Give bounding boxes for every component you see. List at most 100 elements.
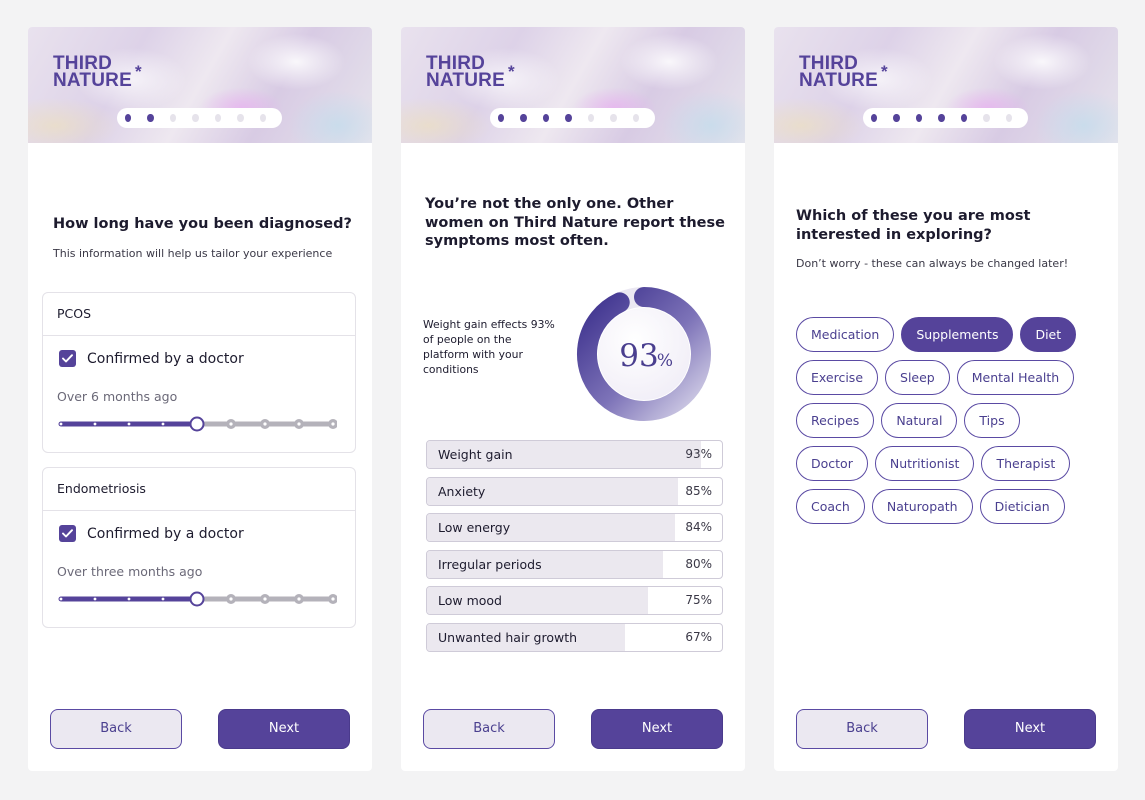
next-button[interactable]: Next bbox=[218, 709, 350, 749]
progress-dot-complete bbox=[147, 114, 154, 122]
confirmed-checkbox[interactable] bbox=[59, 350, 76, 367]
page-subtitle: Don’t worry - these can always be change… bbox=[796, 257, 1069, 270]
back-button[interactable]: Back bbox=[796, 709, 928, 749]
chip-row: Doctor Nutritionist Therapist bbox=[796, 446, 1106, 481]
interest-chip-doctor[interactable]: Doctor bbox=[796, 446, 868, 481]
screen-diagnosis: THIRD NATURE * How long have you been di… bbox=[28, 27, 372, 771]
duration-slider[interactable] bbox=[57, 413, 337, 435]
back-button[interactable]: Back bbox=[50, 709, 182, 749]
progress-dot bbox=[259, 114, 266, 122]
back-button[interactable]: Back bbox=[423, 709, 555, 749]
symptom-row: Low mood 75% bbox=[426, 586, 723, 616]
interest-chip-naturopath[interactable]: Naturopath bbox=[871, 489, 973, 524]
hero-banner: THIRD NATURE * bbox=[774, 27, 1118, 143]
interest-chip-mental-health[interactable]: Mental Health bbox=[956, 360, 1075, 395]
symptom-percent: 80% bbox=[685, 556, 712, 571]
progress-steps bbox=[863, 108, 1028, 128]
slider-tick bbox=[59, 597, 63, 601]
interest-chip-recipes[interactable]: Recipes bbox=[796, 403, 875, 438]
progress-steps bbox=[490, 108, 655, 128]
interest-chip-sleep[interactable]: Sleep bbox=[885, 360, 950, 395]
page-subtitle: This information will help us tailor you… bbox=[53, 247, 333, 260]
symptom-row: Unwanted hair growth 67% bbox=[426, 622, 723, 652]
progress-dot bbox=[983, 114, 990, 122]
diagnosis-period-label: Over 6 months ago bbox=[57, 389, 178, 404]
donut-unit: % bbox=[657, 351, 673, 371]
confirmed-label: Confirmed by a doctor bbox=[87, 350, 244, 367]
symptom-row: Weight gain 93% bbox=[426, 440, 723, 469]
stat-description: Weight gain effects 93% of people on the… bbox=[423, 318, 555, 376]
percentage-donut: 93 % bbox=[577, 287, 711, 421]
interest-chip-medication[interactable]: Medication bbox=[796, 317, 895, 352]
symptom-percent: 67% bbox=[685, 629, 712, 644]
symptom-row: Anxiety 85% bbox=[426, 476, 723, 506]
progress-dot-complete bbox=[565, 114, 572, 122]
chip-row: Medication Supplements Diet bbox=[796, 317, 1106, 352]
interest-chip-therapist[interactable]: Therapist bbox=[981, 446, 1071, 481]
page-title: You’re not the only one. Other women on … bbox=[425, 196, 725, 249]
logo-star: * bbox=[135, 62, 142, 81]
slider-thumb[interactable] bbox=[189, 591, 205, 607]
brand-logo: THIRD NATURE * bbox=[426, 54, 515, 91]
progress-dot bbox=[192, 114, 199, 122]
progress-dot bbox=[610, 114, 617, 122]
interest-chip-dietician[interactable]: Dietician bbox=[979, 489, 1065, 524]
logo-line-2: NATURE bbox=[53, 70, 132, 91]
slider-tick-center bbox=[297, 597, 301, 601]
brand-logo: THIRD NATURE * bbox=[53, 54, 142, 91]
interest-chip-tips[interactable]: Tips bbox=[964, 403, 1020, 438]
confirmed-checkbox-row[interactable]: Confirmed by a doctor bbox=[59, 525, 244, 542]
progress-dot-complete bbox=[498, 114, 505, 122]
interest-chip-nutritionist[interactable]: Nutritionist bbox=[874, 446, 975, 481]
interest-chip-natural[interactable]: Natural bbox=[881, 403, 958, 438]
next-button[interactable]: Next bbox=[964, 709, 1096, 749]
slider-tick bbox=[161, 422, 165, 426]
progress-dot-complete bbox=[125, 114, 132, 122]
slider-tick bbox=[127, 597, 131, 601]
hero-banner: THIRD NATURE * bbox=[401, 27, 745, 143]
brand-logo: THIRD NATURE * bbox=[799, 54, 888, 91]
screen-interests: THIRD NATURE * Which of these you are mo… bbox=[774, 27, 1118, 771]
symptom-percent: 93% bbox=[685, 447, 712, 461]
progress-dot-complete bbox=[542, 114, 550, 122]
logo-line-2: NATURE bbox=[799, 70, 878, 91]
slider-thumb[interactable] bbox=[189, 416, 205, 432]
interest-chip-diet[interactable]: Diet bbox=[1020, 317, 1077, 352]
logo-star: * bbox=[508, 62, 515, 81]
duration-slider[interactable] bbox=[57, 588, 337, 610]
symptom-list: Weight gain 93% Anxiety 85% Low energy 84% Irr… bbox=[426, 440, 723, 660]
diagnosis-period-label: Over three months ago bbox=[57, 564, 203, 579]
hero-banner: THIRD NATURE * bbox=[28, 27, 372, 143]
logo-line-2: NATURE bbox=[426, 70, 505, 91]
confirmed-checkbox[interactable] bbox=[59, 525, 76, 542]
interest-chip-coach[interactable]: Coach bbox=[796, 489, 865, 524]
symptom-label: Irregular periods bbox=[438, 556, 542, 572]
next-button[interactable]: Next bbox=[591, 709, 723, 749]
symptom-percent: 75% bbox=[685, 593, 712, 608]
page-title: Which of these you are most interested i… bbox=[796, 208, 1031, 243]
symptom-label: Anxiety bbox=[438, 483, 486, 499]
progress-dot bbox=[632, 114, 639, 122]
interest-chip-exercise[interactable]: Exercise bbox=[796, 360, 879, 395]
interest-chip-supplements[interactable]: Supplements bbox=[901, 317, 1014, 352]
progress-dot bbox=[169, 114, 177, 122]
slider-tick bbox=[93, 597, 97, 601]
symptom-row: Irregular periods 80% bbox=[426, 549, 723, 579]
chip-row: Recipes Natural Tips bbox=[796, 403, 1106, 438]
slider-tick-center bbox=[263, 597, 267, 601]
slider-tick bbox=[161, 597, 165, 601]
chip-row: Coach Naturopath Dietician bbox=[796, 489, 1106, 524]
symptom-row: Low energy 84% bbox=[426, 513, 723, 543]
slider-tick bbox=[59, 422, 63, 426]
slider-tick-center bbox=[229, 422, 233, 426]
slider-tick-center bbox=[331, 422, 335, 426]
condition-panel-endometriosis: Endometriosis Confirmed by a doctor Over… bbox=[42, 467, 356, 628]
confirmed-checkbox-row[interactable]: Confirmed by a doctor bbox=[59, 350, 244, 367]
progress-dot-complete bbox=[915, 114, 923, 122]
progress-dot bbox=[214, 114, 222, 122]
progress-dot-complete bbox=[520, 114, 527, 122]
progress-dot bbox=[1005, 114, 1012, 122]
slider-tick-center bbox=[229, 597, 233, 601]
symptom-percent: 85% bbox=[685, 483, 712, 498]
slider-tick-center bbox=[331, 597, 335, 601]
